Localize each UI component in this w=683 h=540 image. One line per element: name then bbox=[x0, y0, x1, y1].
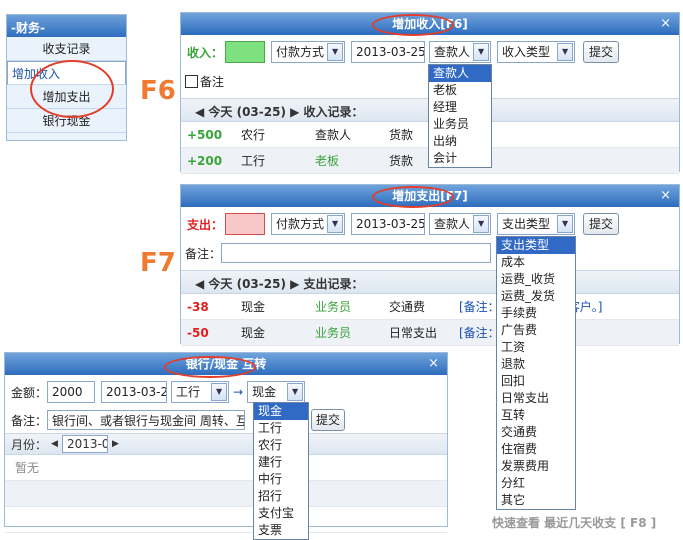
income-date-input[interactable]: 2013-03-25 bbox=[351, 41, 426, 63]
expense-amount-label: 支出： bbox=[187, 217, 224, 232]
dropdown-option[interactable]: 建行 bbox=[254, 454, 308, 471]
chevron-down-icon: ▼ bbox=[327, 43, 344, 61]
chevron-down-icon: ▼ bbox=[211, 383, 228, 401]
note-checkbox[interactable] bbox=[185, 75, 198, 88]
dropdown-option[interactable]: 招行 bbox=[254, 488, 308, 505]
sidebar-header: -财务- bbox=[7, 15, 126, 37]
f6-label: F6 bbox=[140, 76, 176, 106]
dropdown-option[interactable]: 经理 bbox=[429, 99, 491, 116]
highlight-oval bbox=[372, 186, 454, 208]
add-expense-panel: 增加支出[F7] × 支出： 付款方式 ▼ 2013-03-25 查款人 ▼ 支出类… bbox=[180, 184, 680, 346]
expense-type-dropdown[interactable]: 支出类型 成本 运费_收货 运费_发货 手续费 广告费 工资 退款 回扣 日常支… bbox=[496, 236, 576, 510]
dropdown-option[interactable]: 运费_收货 bbox=[497, 271, 575, 288]
expense-note-label: 备注： bbox=[185, 246, 222, 261]
payment-method-select[interactable]: 付款方式 ▼ bbox=[271, 41, 346, 63]
transfer-month-bar: 月份： ◀ 2013-03 ▶ bbox=[5, 433, 447, 455]
payer-dropdown[interactable]: 查款人 老板 经理 业务员 出纳 会计 bbox=[428, 64, 492, 168]
transfer-to-dropdown[interactable]: 现金 工行 农行 建行 中行 招行 支付宝 支票 bbox=[253, 402, 309, 540]
transfer-records: 暂无 bbox=[5, 455, 447, 533]
highlight-oval bbox=[164, 356, 256, 378]
dropdown-option[interactable]: 老板 bbox=[429, 82, 491, 99]
chevron-down-icon: ▼ bbox=[287, 383, 304, 401]
transfer-from-select[interactable]: 工行 ▼ bbox=[171, 381, 230, 403]
next-month-icon[interactable]: ▶ bbox=[112, 439, 119, 449]
prev-month-icon[interactable]: ◀ bbox=[51, 439, 58, 449]
transfer-amount-input[interactable]: 2000 bbox=[47, 381, 96, 403]
dropdown-option[interactable]: 手续费 bbox=[497, 305, 575, 322]
sidebar-item-records[interactable]: 收支记录 bbox=[7, 37, 126, 61]
chevron-down-icon: ▼ bbox=[473, 215, 490, 233]
income-amount-input[interactable] bbox=[225, 41, 266, 63]
dropdown-option[interactable]: 会计 bbox=[429, 150, 491, 167]
income-submit-button[interactable]: 提交 bbox=[583, 41, 620, 63]
expense-type-select[interactable]: 支出类型 ▼ bbox=[497, 213, 576, 235]
table-row bbox=[5, 507, 447, 533]
dropdown-option[interactable]: 互转 bbox=[497, 407, 575, 424]
chevron-down-icon: ▼ bbox=[327, 215, 344, 233]
f7-label: F7 bbox=[140, 248, 176, 278]
highlight-oval bbox=[30, 60, 114, 118]
dropdown-option[interactable]: 工资 bbox=[497, 339, 575, 356]
dropdown-option[interactable]: 回扣 bbox=[497, 373, 575, 390]
dropdown-option[interactable]: 退款 bbox=[497, 356, 575, 373]
close-icon[interactable]: × bbox=[660, 185, 671, 207]
dropdown-option[interactable]: 农行 bbox=[254, 437, 308, 454]
dropdown-option[interactable]: 现金 bbox=[254, 403, 308, 420]
arrow-right-icon: → bbox=[233, 385, 244, 399]
dropdown-option[interactable]: 分红 bbox=[497, 475, 575, 492]
dropdown-option[interactable]: 广告费 bbox=[497, 322, 575, 339]
month-input[interactable]: 2013-03 bbox=[61, 435, 108, 453]
dropdown-option[interactable]: 其它 bbox=[497, 492, 575, 509]
transfer-note-input[interactable]: 银行间、或者银行与现金间 周转、互转 bbox=[47, 410, 246, 430]
payer-select[interactable]: 查款人 ▼ bbox=[429, 41, 492, 63]
payer-select[interactable]: 查款人 ▼ bbox=[429, 213, 492, 235]
dropdown-option[interactable]: 运费_发货 bbox=[497, 288, 575, 305]
dropdown-option[interactable]: 查款人 bbox=[429, 65, 491, 82]
dropdown-option[interactable]: 支付宝 bbox=[254, 505, 308, 522]
expense-nav-bar[interactable]: ◀ 今天 (03-25) ▶ 支出记录： bbox=[181, 270, 679, 294]
income-note-label: 备注 bbox=[200, 75, 225, 89]
dropdown-option[interactable]: 住宿费 bbox=[497, 441, 575, 458]
empty-row: 暂无 bbox=[5, 455, 447, 481]
dropdown-option[interactable]: 中行 bbox=[254, 471, 308, 488]
table-row: -38 现金 业务员 交通费 [备注： 客户。] bbox=[181, 294, 679, 320]
chevron-down-icon: ▼ bbox=[557, 43, 574, 61]
expense-records: -38 现金 业务员 交通费 [备注： 客户。] -50 现金 业务员 日常支出… bbox=[181, 294, 679, 346]
month-label: 月份： bbox=[11, 437, 48, 452]
dropdown-option[interactable]: 出纳 bbox=[429, 133, 491, 150]
transfer-to-select[interactable]: 现金 ▼ bbox=[247, 381, 306, 403]
dropdown-option[interactable]: 成本 bbox=[497, 254, 575, 271]
close-icon[interactable]: × bbox=[428, 353, 439, 375]
dropdown-option[interactable]: 交通费 bbox=[497, 424, 575, 441]
transfer-date-input[interactable]: 2013-03-25 bbox=[101, 381, 168, 403]
income-type-select[interactable]: 收入类型 ▼ bbox=[497, 41, 576, 63]
chevron-down-icon: ▼ bbox=[557, 215, 574, 233]
dropdown-option[interactable]: 支出类型 bbox=[497, 237, 575, 254]
highlight-oval bbox=[372, 14, 454, 36]
expense-amount-input[interactable] bbox=[225, 213, 266, 235]
dropdown-option[interactable]: 业务员 bbox=[429, 116, 491, 133]
dropdown-option[interactable]: 工行 bbox=[254, 420, 308, 437]
transfer-note-label: 备注： bbox=[11, 413, 48, 428]
transfer-submit-button[interactable]: 提交 bbox=[311, 409, 346, 431]
table-row: -50 现金 业务员 日常支出 [备注： bbox=[181, 320, 679, 346]
dropdown-option[interactable]: 支票 bbox=[254, 522, 308, 539]
dropdown-option[interactable]: 发票费用 bbox=[497, 458, 575, 475]
chevron-down-icon: ▼ bbox=[473, 43, 490, 61]
expense-note-input[interactable] bbox=[221, 243, 492, 263]
bank-cash-transfer-panel: 银行/现金 互转 × 金额： 2000 2013-03-25 工行▼ → 现金▼… bbox=[4, 352, 448, 533]
transfer-amount-label: 金额： bbox=[11, 385, 48, 400]
dropdown-option[interactable]: 日常支出 bbox=[497, 390, 575, 407]
table-row bbox=[5, 481, 447, 507]
close-icon[interactable]: × bbox=[660, 13, 671, 35]
expense-submit-button[interactable]: 提交 bbox=[583, 213, 620, 235]
payment-method-select[interactable]: 付款方式 ▼ bbox=[271, 213, 346, 235]
expense-date-input[interactable]: 2013-03-25 bbox=[351, 213, 426, 235]
footer-hint: 快速查看 最近几天收支 [ F8 ] bbox=[492, 516, 657, 530]
income-amount-label: 收入： bbox=[187, 45, 224, 60]
